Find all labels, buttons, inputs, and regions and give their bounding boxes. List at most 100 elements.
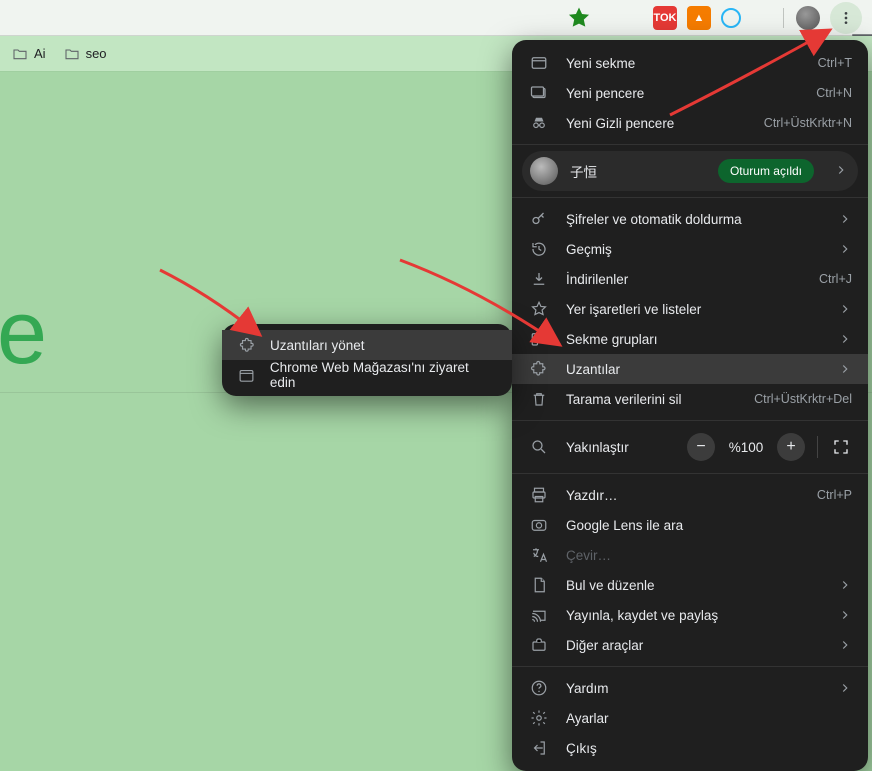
chevron-right-icon [838,242,852,256]
download-icon [528,270,550,288]
print-icon [528,486,550,504]
menu-item-lens[interactable]: Google Lens ile ara [512,510,868,540]
trash-icon [528,390,550,408]
extension-icon-orange[interactable]: ▲ [687,6,711,30]
web-store-icon [238,367,256,384]
chrome-main-menu: Yeni sekme Ctrl+T Yeni pencere Ctrl+N Ye… [512,40,868,771]
chevron-right-icon [838,681,852,695]
star-icon [528,300,550,318]
menu-label: Google Lens ile ara [566,518,852,533]
exit-icon [528,739,550,757]
puzzle-icon [528,360,550,378]
chevron-right-icon [838,578,852,592]
puzzle-icon [238,337,256,354]
bookmark-star-icon[interactable] [565,4,593,32]
menu-label: Geçmiş [566,242,822,257]
menu-item-print[interactable]: Yazdır… Ctrl+P [512,480,868,510]
submenu-label: Uzantıları yönet [270,338,365,353]
menu-item-new-tab[interactable]: Yeni sekme Ctrl+T [512,48,868,78]
submenu-item-manage-extensions[interactable]: Uzantıları yönet [222,330,512,360]
menu-item-new-window[interactable]: Yeni pencere Ctrl+N [512,78,868,108]
briefcase-icon [528,636,550,654]
menu-shortcut: Ctrl+P [817,488,852,502]
menu-separator [512,666,868,667]
menu-label: Yardım [566,681,822,696]
google-logo-fragment: le [0,282,44,385]
chevron-right-icon [838,212,852,226]
menu-label: Yeni Gizli pencere [566,116,748,131]
menu-item-passwords[interactable]: Şifreler ve otomatik doldurma [512,204,868,234]
gear-icon [528,709,550,727]
submenu-label: Chrome Web Mağazası'nı ziyaret edin [270,360,496,390]
menu-separator [512,473,868,474]
history-icon [528,240,550,258]
incognito-icon [528,114,550,132]
separator [817,436,818,458]
menu-shortcut: Ctrl+N [816,86,852,100]
menu-label: Ayarlar [566,711,852,726]
translate-icon [528,546,550,564]
menu-item-extensions[interactable]: Uzantılar [512,354,868,384]
menu-shortcut: Ctrl+ÜstKrktr+Del [754,392,852,406]
menu-label: Yeni pencere [566,86,800,101]
zoom-value: %100 [723,440,769,455]
menu-label: Çevir… [566,548,852,563]
zoom-out-button[interactable]: − [687,433,715,461]
menu-label: Diğer araçlar [566,638,822,653]
menu-label: Şifreler ve otomatik doldurma [566,212,822,227]
menu-label: Yazdır… [566,488,801,503]
document-icon [528,576,550,594]
bookmark-label: Ai [34,46,46,61]
menu-label: Yakınlaştır [566,440,671,455]
chevron-right-icon [838,608,852,622]
menu-label: Çıkış [566,741,852,756]
extension-icon-ring[interactable] [721,8,741,28]
folder-icon [12,46,28,62]
menu-label: Sekme grupları [566,332,822,347]
profile-avatar[interactable] [796,6,820,30]
menu-shortcut: Ctrl+J [819,272,852,286]
zoom-controls: − %100 + [687,433,852,461]
menu-label: Bul ve düzenle [566,578,822,593]
fullscreen-button[interactable] [830,436,852,458]
new-tab-icon [528,54,550,72]
menu-item-bookmarks[interactable]: Yer işaretleri ve listeler [512,294,868,324]
menu-item-tab-groups[interactable]: Sekme grupları [512,324,868,354]
menu-separator [512,144,868,145]
chevron-right-icon [838,638,852,652]
menu-item-more-tools[interactable]: Diğer araçlar [512,630,868,660]
key-icon [528,210,550,228]
zoom-in-button[interactable]: + [777,433,805,461]
menu-item-profile[interactable]: 子恒 Oturum açıldı [522,151,858,191]
menu-item-exit[interactable]: Çıkış [512,733,868,763]
chevron-right-icon [838,332,852,346]
chevron-right-icon [834,163,848,180]
menu-label: Yeni sekme [566,56,802,71]
menu-item-clear-data[interactable]: Tarama verilerini sil Ctrl+ÜstKrktr+Del [512,384,868,414]
menu-item-settings[interactable]: Ayarlar [512,703,868,733]
submenu-item-web-store[interactable]: Chrome Web Mağazası'nı ziyaret edin [222,360,512,390]
profile-status-pill: Oturum açıldı [718,159,814,183]
menu-item-downloads[interactable]: İndirilenler Ctrl+J [512,264,868,294]
menu-item-new-incognito[interactable]: Yeni Gizli pencere Ctrl+ÜstKrktr+N [512,108,868,138]
bookmark-folder-ai[interactable]: Ai [12,46,46,62]
menu-label: Tarama verilerini sil [566,392,738,407]
menu-item-help[interactable]: Yardım [512,673,868,703]
menu-shortcut: Ctrl+ÜstKrktr+N [764,116,852,130]
folder-icon [64,46,80,62]
separator [783,8,784,28]
menu-item-zoom: Yakınlaştır − %100 + [512,427,868,467]
extension-icon-tok[interactable]: TOK [653,6,677,30]
browser-toolbar: TOK ▲ [0,0,872,36]
bookmark-label: seo [86,46,107,61]
extensions-puzzle-icon[interactable] [751,8,771,28]
menu-item-history[interactable]: Geçmiş [512,234,868,264]
menu-label: Yer işaretleri ve listeler [566,302,822,317]
bookmark-folder-seo[interactable]: seo [64,46,107,62]
menu-shortcut: Ctrl+T [818,56,852,70]
lens-icon [528,516,550,534]
menu-item-cast[interactable]: Yayınla, kaydet ve paylaş [512,600,868,630]
chrome-menu-button[interactable] [830,2,862,34]
menu-item-find[interactable]: Bul ve düzenle [512,570,868,600]
chevron-right-icon [838,302,852,316]
